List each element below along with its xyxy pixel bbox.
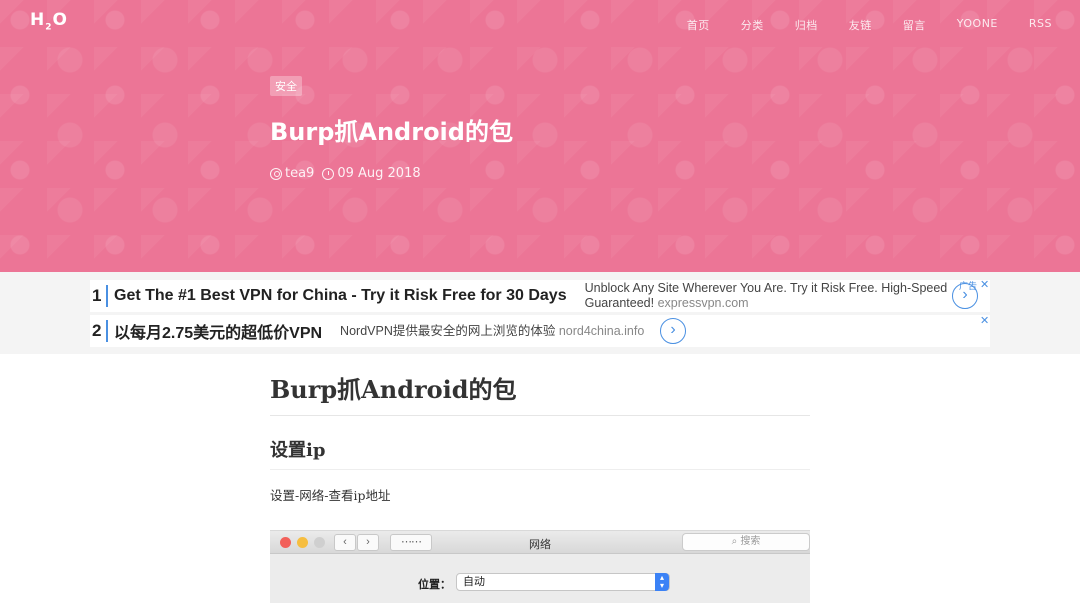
- ad-headline[interactable]: 以每月2.75美元的超低价VPN: [114, 319, 322, 343]
- article-screenshot: ‹ › ⋯⋯ 网络 ⌕ 搜索 位置： 自动 ▴ ▾: [270, 530, 810, 603]
- nav-rss[interactable]: RSS: [1029, 17, 1052, 33]
- ad-item-1[interactable]: 1 Get The #1 Best VPN for China - Try it…: [90, 278, 990, 312]
- hero-header: H2O 首页 分类 归档 友链 留言 YOONE RSS 安全 Burp抓And…: [0, 0, 1080, 272]
- post-date: 09 Aug 2018: [337, 166, 421, 181]
- ad-divider: [106, 320, 108, 342]
- nav-categories[interactable]: 分类: [741, 17, 764, 33]
- post-meta: tea9 09 Aug 2018: [270, 166, 421, 181]
- ad-close-icon[interactable]: ✕: [980, 314, 989, 327]
- select-arrows-icon: ▴ ▾: [655, 573, 669, 591]
- category-tag[interactable]: 安全: [270, 76, 302, 96]
- ad-close-icon[interactable]: ✕: [980, 278, 989, 291]
- window-search: ⌕ 搜索: [682, 533, 810, 551]
- clock-icon: [322, 167, 335, 180]
- article-content: Burp抓Android的包 设置ip 设置-网络-查看ip地址: [270, 370, 810, 504]
- location-select: 自动 ▴ ▾: [456, 573, 670, 591]
- post-author: tea9: [285, 166, 315, 181]
- nav-archive[interactable]: 归档: [795, 17, 818, 33]
- site-logo[interactable]: H2O: [30, 10, 68, 32]
- ad-url: expressvpn.com: [657, 296, 749, 310]
- ad-number: 2: [92, 321, 102, 340]
- ad-item-2[interactable]: 2 以每月2.75美元的超低价VPN NordVPN提供最安全的网上浏览的体验 …: [90, 315, 990, 347]
- article-title: Burp抓Android的包: [270, 370, 810, 416]
- nav-guestbook[interactable]: 留言: [903, 17, 926, 33]
- nav-yoone[interactable]: YOONE: [957, 17, 998, 33]
- ad-description: Unblock Any Site Wherever You Are. Try i…: [584, 281, 948, 310]
- location-label: 位置：: [418, 578, 451, 591]
- nav-home[interactable]: 首页: [687, 17, 710, 33]
- main-nav: 首页 分类 归档 友链 留言 YOONE RSS: [656, 17, 1052, 33]
- ad-label: 广告: [959, 281, 978, 291]
- ad-arrow-icon[interactable]: ›: [660, 318, 686, 344]
- paragraph: 设置-网络-查看ip地址: [270, 488, 391, 503]
- ad-divider: [106, 285, 108, 307]
- user-icon: [270, 167, 282, 180]
- hero-title: Burp抓Android的包: [270, 118, 513, 146]
- ad-number: 1: [92, 286, 102, 305]
- window-titlebar: ‹ › ⋯⋯ 网络 ⌕ 搜索: [270, 531, 810, 554]
- ad-url: nord4china.info: [558, 323, 645, 338]
- section-heading: 设置ip: [270, 436, 810, 470]
- ad-headline[interactable]: Get The #1 Best VPN for China - Try it R…: [114, 287, 567, 305]
- ad-description: NordVPN提供最安全的网上浏览的体验 nord4china.info: [340, 323, 645, 338]
- nav-friends[interactable]: 友链: [849, 17, 872, 33]
